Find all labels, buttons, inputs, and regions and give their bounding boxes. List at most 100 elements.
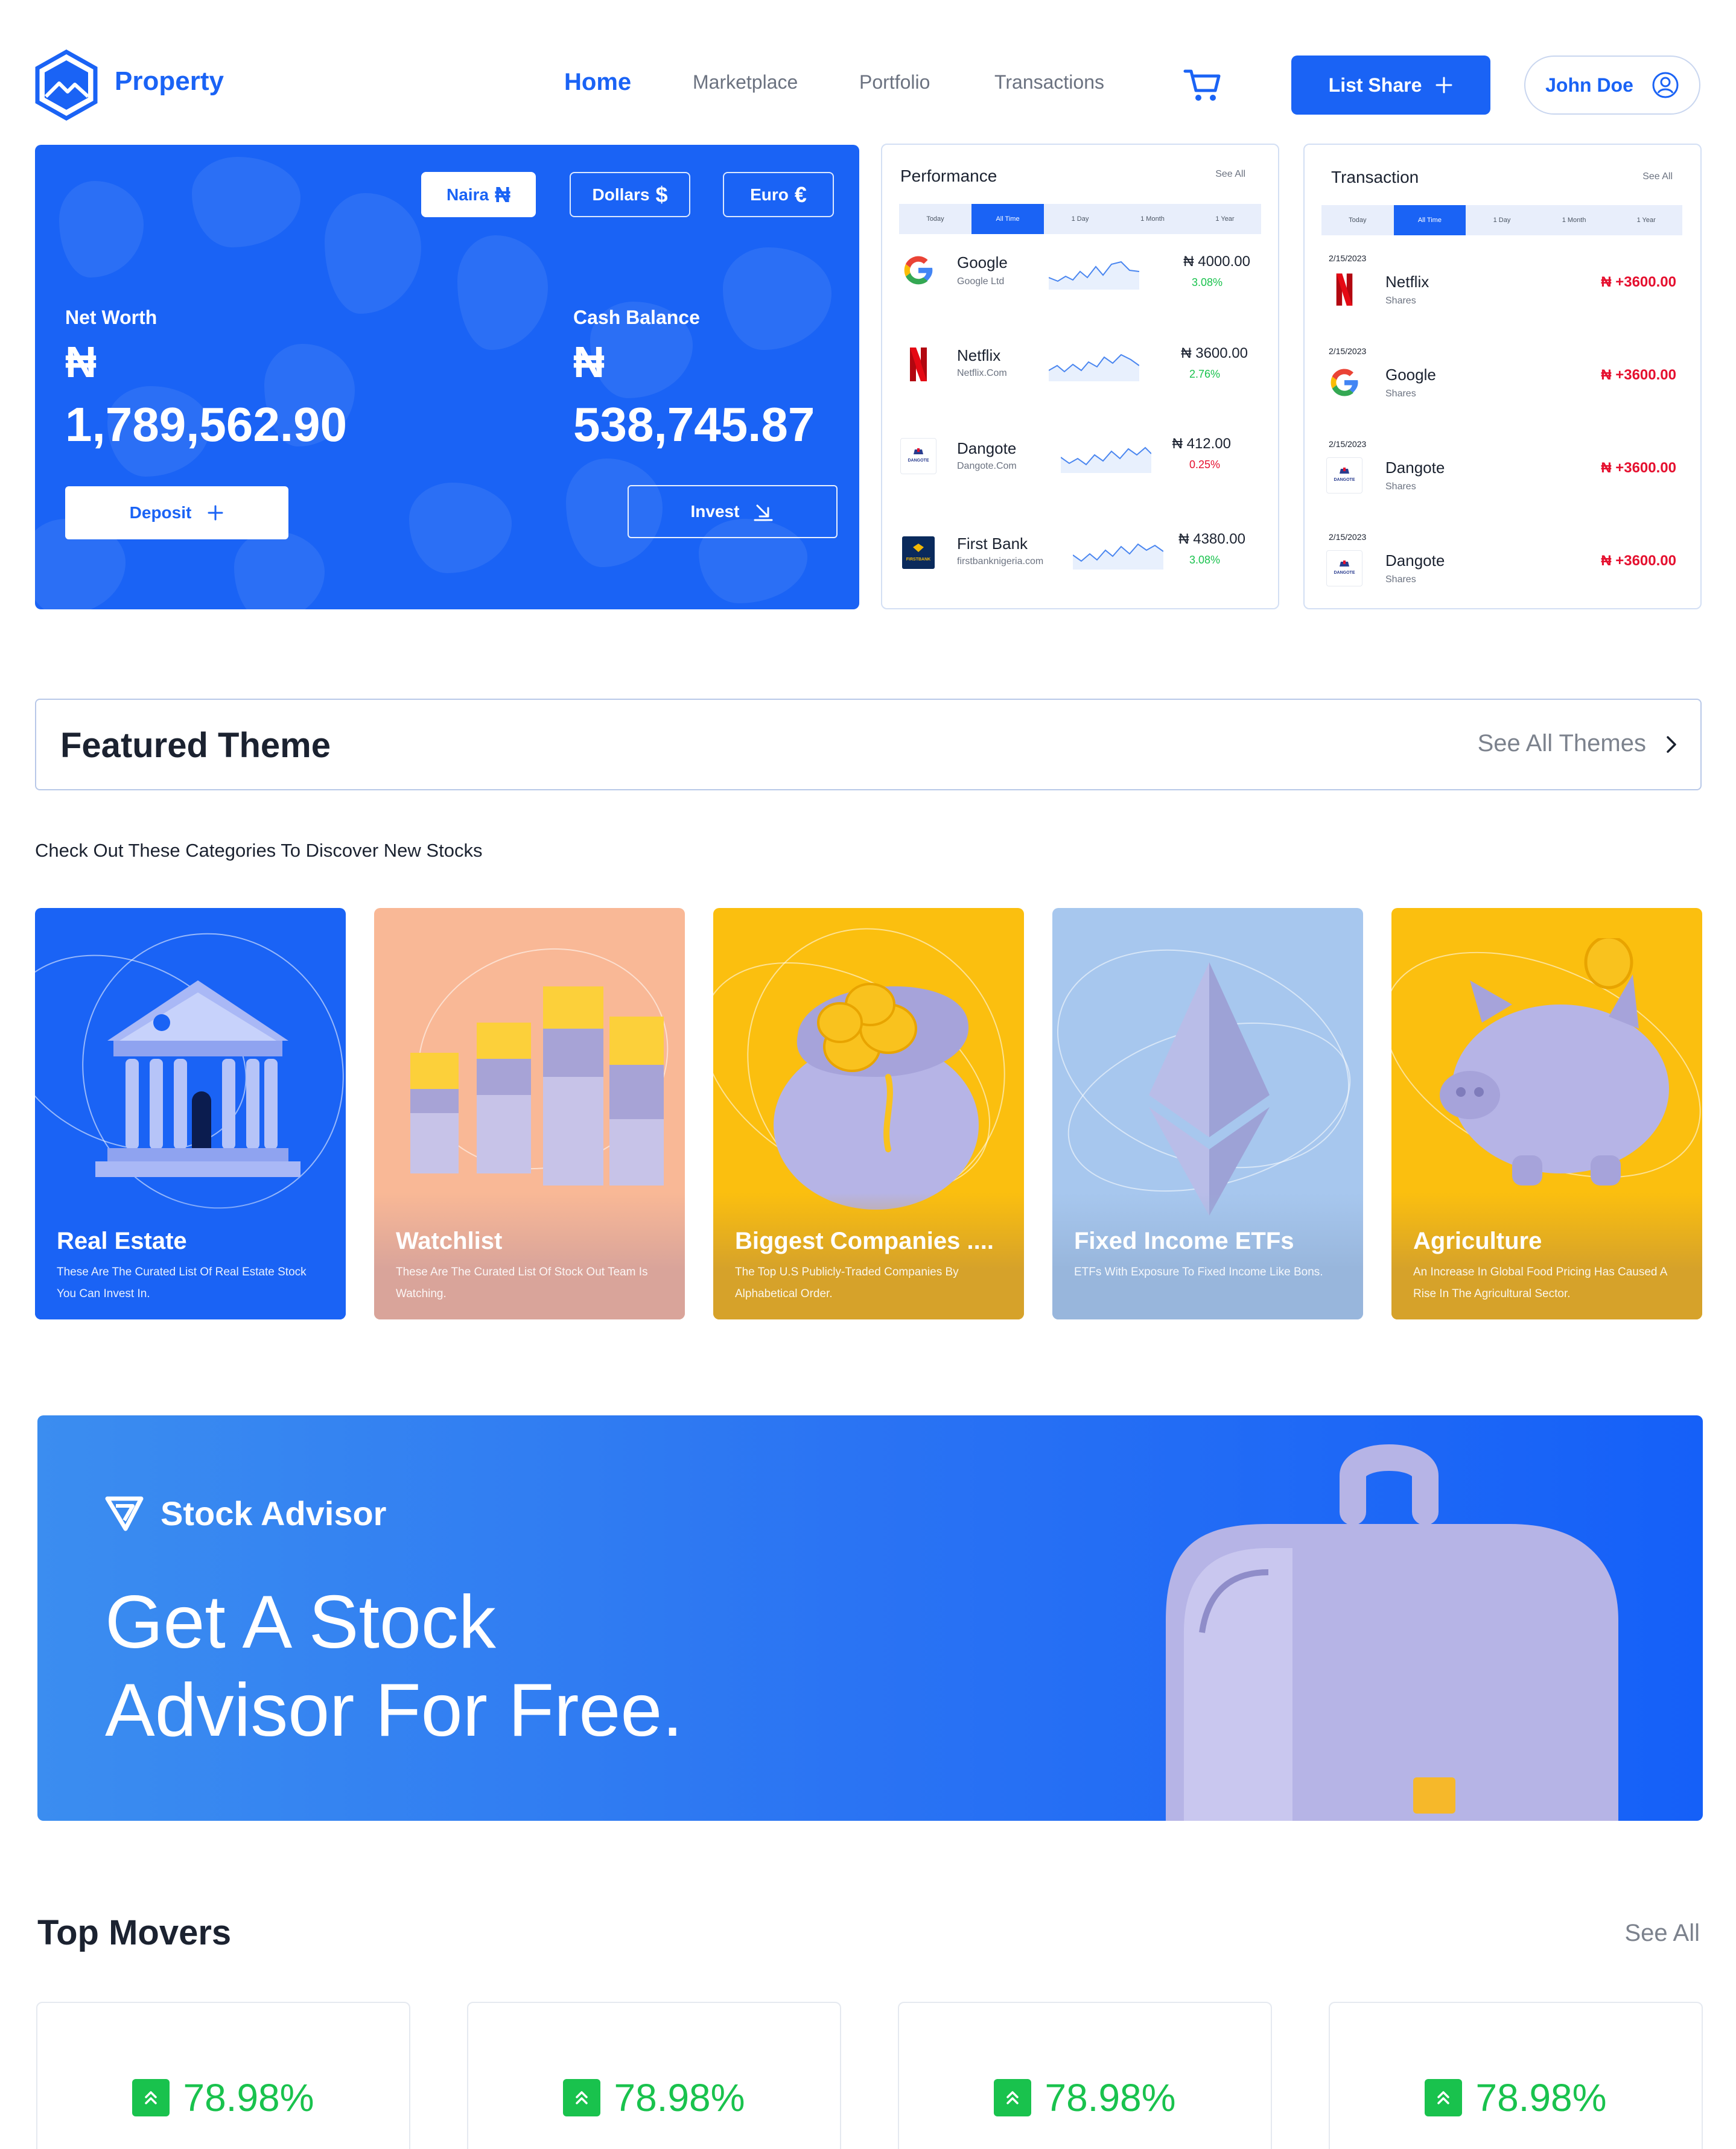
stock-name: Google [957, 253, 1008, 271]
user-menu-button[interactable]: John Doe [1524, 56, 1700, 115]
transaction-type: Shares [1385, 296, 1416, 306]
plus-icon [1436, 77, 1452, 94]
category-card-agriculture[interactable]: Agriculture An Increase In Global Food P… [1391, 908, 1702, 1319]
stock-advisor-name: Stock Advisor [161, 1494, 387, 1532]
mover-card[interactable]: 78.98% [467, 2002, 841, 2149]
piggy-bank-icon [1440, 938, 1669, 1186]
stock-name: First Bank [957, 535, 1028, 553]
category-title: Watchlist [396, 1228, 503, 1254]
category-card-biggest-companies[interactable]: Biggest Companies .... The Top U.S Publi… [713, 908, 1024, 1319]
transaction-see-all[interactable]: See All [1642, 171, 1673, 182]
invest-button[interactable]: Invest [628, 485, 838, 538]
transaction-panel: Transaction See All Today All Time 1 Day… [1303, 144, 1702, 609]
see-all-themes-link[interactable]: See All Themes [1478, 730, 1646, 757]
range-tab-1-month[interactable]: 1 Month [1116, 204, 1189, 234]
stock-advisor-brand: Stock Advisor [105, 1494, 386, 1533]
category-title: Fixed Income ETFs [1074, 1228, 1294, 1254]
list-share-label: List Share [1328, 74, 1422, 96]
range-tab-1-year[interactable]: 1 Year [1610, 205, 1682, 235]
range-tab-1-day[interactable]: 1 Day [1044, 204, 1116, 234]
stock-name: Dangote [957, 439, 1017, 457]
mover-card[interactable]: 78.98% [1329, 2002, 1703, 2149]
net-worth-label: Net Worth [65, 306, 157, 328]
transaction-name: Google [1385, 366, 1436, 384]
range-tab-1-month[interactable]: 1 Month [1538, 205, 1610, 235]
featured-subtitle: Check Out These Categories To Discover N… [35, 840, 483, 861]
mover-card[interactable]: 78.98% [36, 2002, 410, 2149]
top-movers-see-all[interactable]: See All [1624, 1920, 1700, 1947]
stock-amount: ₦ 4380.00 [1178, 531, 1245, 547]
nav-marketplace[interactable]: Marketplace [693, 71, 798, 94]
stock-advisor-banner[interactable]: Stock Advisor Get A Stock Advisor For Fr… [37, 1415, 1703, 1821]
stock-change: 0.25% [1189, 459, 1220, 471]
transaction-date: 2/15/2023 [1329, 346, 1367, 356]
nav-home[interactable]: Home [564, 69, 631, 96]
stock-sub: Google Ltd [957, 276, 1005, 287]
mover-change: 78.98% [614, 2076, 745, 2119]
deposit-label: Deposit [129, 503, 192, 522]
stock-amount: ₦ 3600.00 [1181, 345, 1248, 361]
currency-label: Euro [750, 185, 789, 204]
category-description: ETFs With Exposure To Fixed Income Like … [1074, 1266, 1323, 1278]
list-share-button[interactable]: List Share [1291, 56, 1490, 115]
sparkline-chart [1073, 543, 1163, 570]
transaction-date: 2/15/2023 [1329, 253, 1367, 263]
cart-icon[interactable] [1183, 68, 1221, 103]
currency-label: Naira [446, 185, 489, 204]
sparkline-chart [1049, 261, 1139, 290]
advisor-headline-line-1: Get A Stock [105, 1581, 496, 1664]
svg-text:DANGOTE: DANGOTE [1334, 478, 1355, 482]
bg-shape [59, 181, 144, 278]
performance-title: Performance [900, 167, 997, 185]
bg-shape [457, 235, 548, 350]
bg-shape [325, 193, 421, 314]
range-tab-today[interactable]: Today [899, 204, 971, 234]
currency-euro-button[interactable]: Euro € [723, 172, 834, 217]
mover-change: 78.98% [1475, 2076, 1607, 2119]
arrow-up-icon [994, 2079, 1032, 2116]
google-logo-icon [1326, 364, 1362, 401]
transaction-name: Dangote [1385, 551, 1445, 570]
stock-sub: Netflix.Com [957, 368, 1007, 378]
range-tab-all-time[interactable]: All Time [1393, 205, 1466, 235]
transaction-type: Shares [1385, 389, 1416, 399]
range-tab-1-year[interactable]: 1 Year [1189, 204, 1261, 234]
mover-change: 78.98% [1044, 2076, 1176, 2119]
transaction-type: Shares [1385, 574, 1416, 585]
nav-transactions[interactable]: Transactions [994, 71, 1104, 94]
cash-balance-currency: ₦ [573, 338, 605, 387]
chevron-right-icon[interactable] [1662, 731, 1680, 758]
mover-change: 78.98% [183, 2076, 314, 2119]
bg-shape [234, 531, 325, 609]
arrow-up-icon [132, 2079, 170, 2116]
netflix-logo-icon [900, 346, 936, 383]
cash-balance-label: Cash Balance [573, 306, 700, 328]
brand-name[interactable]: Property [115, 66, 224, 97]
google-logo-icon [900, 252, 936, 288]
category-card-real-estate[interactable]: Real Estate These Are The Curated List O… [35, 908, 346, 1319]
stock-amount: ₦ 412.00 [1172, 436, 1231, 452]
net-worth-currency: ₦ [65, 338, 97, 387]
currency-label: Dollars [592, 185, 650, 204]
logo-icon[interactable] [34, 49, 99, 121]
nav-portfolio[interactable]: Portfolio [859, 71, 930, 94]
transaction-range-tabs: Today All Time 1 Day 1 Month 1 Year [1321, 205, 1682, 235]
currency-dollars-button[interactable]: Dollars $ [570, 172, 690, 217]
performance-see-all[interactable]: See All [1215, 169, 1245, 180]
mover-card[interactable]: 78.98% [898, 2002, 1272, 2149]
category-card-watchlist[interactable]: Watchlist These Are The Curated List Of … [374, 908, 685, 1319]
download-arrow-icon [754, 504, 773, 521]
dangote-logo-icon: DANGOTE [1326, 457, 1362, 494]
category-card-fixed-income-etfs[interactable]: Fixed Income ETFs ETFs With Exposure To … [1052, 908, 1363, 1319]
range-tab-1-day[interactable]: 1 Day [1466, 205, 1538, 235]
transaction-amount: ₦ +3600.00 [1601, 553, 1676, 569]
advisor-logo-icon [105, 1496, 144, 1531]
dangote-logo-icon: DANGOTE [900, 438, 936, 474]
featured-theme-title: Featured Theme [60, 726, 331, 765]
deposit-button[interactable]: Deposit [65, 486, 288, 539]
range-tab-today[interactable]: Today [1321, 205, 1394, 235]
range-tab-all-time[interactable]: All Time [971, 204, 1044, 234]
currency-naira-button[interactable]: Naira ₦ [421, 172, 536, 217]
user-icon [1652, 72, 1679, 98]
advisor-headline: Get A Stock Advisor For Free. [105, 1578, 683, 1754]
